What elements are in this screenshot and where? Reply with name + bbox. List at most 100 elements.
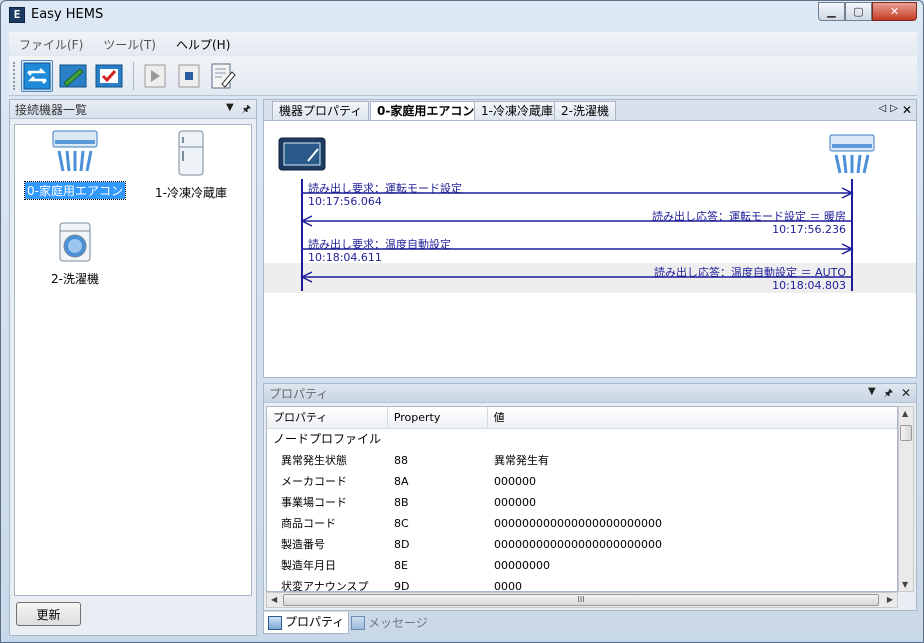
menu-file[interactable]: ファイル(F) xyxy=(19,36,83,53)
tab-device-properties[interactable]: 機器プロパティ xyxy=(272,101,370,121)
tab-refrigerator[interactable]: 1-冷凍冷蔵庫 xyxy=(474,101,560,121)
cell-property: 商品コード xyxy=(281,517,336,530)
menu-tools[interactable]: ツール(T) xyxy=(103,36,156,53)
tab-scroll-right-icon[interactable]: ▷ xyxy=(890,103,898,117)
messages-icon xyxy=(351,616,365,630)
pin-icon[interactable]: 🖈 xyxy=(242,102,251,119)
connect-button[interactable] xyxy=(21,60,53,92)
tab-label: メッセージ xyxy=(368,615,428,630)
play-button[interactable] xyxy=(139,60,171,92)
tab-properties[interactable]: プロパティ xyxy=(263,612,350,634)
table-row[interactable]: 異常発生状態 88 異常発生有 xyxy=(267,450,897,471)
tab-scroll-left-icon[interactable]: ◁ xyxy=(879,103,887,117)
dropdown-icon[interactable]: ▼ xyxy=(226,102,234,119)
cell-property: メーカコード xyxy=(281,475,347,488)
toolbar-grip[interactable] xyxy=(13,62,16,90)
menu-help[interactable]: ヘルプ(H) xyxy=(176,36,230,53)
check-button[interactable] xyxy=(93,60,125,92)
dropdown-icon[interactable]: ▼ xyxy=(868,386,876,403)
edit-icon xyxy=(59,64,87,88)
window-title: Easy HEMS xyxy=(31,7,104,22)
column-header[interactable]: 値 xyxy=(488,407,897,428)
minimize-button[interactable]: ▁ xyxy=(818,2,845,21)
device-label: 1-冷凍冷蔵庫 xyxy=(155,186,227,200)
property-panel-title: プロパティ xyxy=(269,386,329,401)
vertical-scrollbar[interactable]: ▲ ▼ xyxy=(898,406,914,592)
grid-header: プロパティ Property 値 xyxy=(267,407,897,429)
cell-property: 異常発生状態 xyxy=(281,454,347,467)
tab-air-conditioner[interactable]: 0-家庭用エアコン xyxy=(370,101,482,122)
cell-code: 8C xyxy=(394,517,409,530)
cell-value: 000000000000000000000000 xyxy=(494,517,662,530)
table-row[interactable]: 製造年月日 8E 00000000 xyxy=(267,555,897,576)
device-list[interactable]: 0-家庭用エアコン 1-冷凍冷蔵庫 2-洗濯機 xyxy=(14,124,252,596)
connect-icon xyxy=(23,62,51,90)
message-time: 10:17:56.236 xyxy=(772,223,846,236)
table-row[interactable]: 商品コード 8C 000000000000000000000000 xyxy=(267,513,897,534)
message-label: 読み出し応答：運転モード設定 ＝ 暖房 xyxy=(652,210,846,223)
toolbar xyxy=(9,56,917,96)
cell-value: 異常発生有 xyxy=(494,454,549,467)
device-item-refrigerator[interactable]: 1-冷凍冷蔵庫 xyxy=(141,129,241,201)
device-label: 2-洗濯機 xyxy=(51,272,99,286)
cell-value: 0000 xyxy=(494,580,522,592)
vertical-scroll-thumb[interactable] xyxy=(900,425,912,441)
tab-washing-machine[interactable]: 2-洗濯機 xyxy=(554,101,616,121)
cell-value: 000000 xyxy=(494,475,536,488)
close-icon[interactable]: ✕ xyxy=(901,386,911,403)
cell-value: 000000 xyxy=(494,496,536,509)
table-row[interactable]: 状変アナウンスプ 9D 0000 xyxy=(267,576,897,592)
pin-icon[interactable]: 🖈 xyxy=(884,386,893,403)
cell-value: 000000000000000000000000 xyxy=(494,538,662,551)
device-list-header: 接続機器一覧 ▼ 🖈 xyxy=(10,100,256,119)
scroll-right-icon[interactable]: ▶ xyxy=(887,595,893,604)
message-time: 10:18:04.611 xyxy=(308,251,382,264)
maximize-icon: ▢ xyxy=(853,5,864,18)
device-list-panel: 接続機器一覧 ▼ 🖈 0-家庭用エアコン 1-冷凍冷蔵庫 2-洗濯機 更新 xyxy=(9,99,257,636)
table-row[interactable]: 製造番号 8D 000000000000000000000000 xyxy=(267,534,897,555)
title-bar[interactable]: E Easy HEMS ▁ ▢ ✕ xyxy=(1,1,923,31)
table-row[interactable]: 事業場コード 8B 000000 xyxy=(267,492,897,513)
horizontal-scrollbar[interactable]: ◀ III ▶ xyxy=(266,592,898,608)
column-header[interactable]: プロパティ xyxy=(267,407,388,428)
cell-property: 製造年月日 xyxy=(281,559,336,572)
message-time: 10:18:04.803 xyxy=(772,279,846,292)
refresh-button[interactable]: 更新 xyxy=(16,602,81,626)
scroll-left-icon[interactable]: ◀ xyxy=(271,595,277,604)
group-row[interactable]: ノードプロファイル xyxy=(267,429,897,450)
clear-button[interactable] xyxy=(207,60,239,92)
device-item-washing-machine[interactable]: 2-洗濯機 xyxy=(25,221,125,287)
message-time: 10:17:56.064 xyxy=(308,195,382,208)
cell-property: 状変アナウンスプ xyxy=(281,580,369,592)
air-conditioner-icon xyxy=(52,130,98,172)
cell-property: 製造番号 xyxy=(281,538,325,551)
device-item-air-conditioner[interactable]: 0-家庭用エアコン xyxy=(24,129,126,200)
tab-messages[interactable]: メッセージ xyxy=(347,612,432,634)
property-panel: プロパティ ▼ 🖈 ✕ プロパティ Property 値 ノードプロファイル 異… xyxy=(263,383,917,611)
bottom-panel-tabs: プロパティ メッセージ xyxy=(263,612,917,634)
property-grid: プロパティ Property 値 ノードプロファイル 異常発生状態 88 異常発… xyxy=(266,406,898,592)
tab-close-icon[interactable]: ✕ xyxy=(902,103,912,117)
scroll-up-icon[interactable]: ▲ xyxy=(902,409,908,418)
app-icon: E xyxy=(9,7,25,23)
check-icon xyxy=(95,64,123,88)
stop-button[interactable] xyxy=(173,60,205,92)
cell-code: 88 xyxy=(394,454,408,467)
close-button[interactable]: ✕ xyxy=(872,2,917,21)
tab-label: プロパティ xyxy=(285,615,345,629)
message-label: 読み出し要求：運転モード設定 xyxy=(308,182,462,195)
horizontal-scroll-thumb[interactable]: III xyxy=(283,594,879,606)
cell-value: 00000000 xyxy=(494,559,550,572)
stop-icon xyxy=(178,64,200,88)
washing-machine-icon xyxy=(59,222,91,262)
column-header[interactable]: Property xyxy=(388,407,488,428)
toolbar-separator xyxy=(133,62,134,90)
maximize-button[interactable]: ▢ xyxy=(845,2,872,21)
scroll-down-icon[interactable]: ▼ xyxy=(902,580,908,589)
close-icon: ✕ xyxy=(889,5,900,18)
edit-button[interactable] xyxy=(57,60,89,92)
table-row[interactable]: メーカコード 8A 000000 xyxy=(267,471,897,492)
app-window: E Easy HEMS ▁ ▢ ✕ ファイル(F) ツール(T) ヘルプ(H) xyxy=(0,0,924,643)
document-tabs: 機器プロパティ 0-家庭用エアコン 1-冷凍冷蔵庫 2-洗濯機 ◁ ▷ ✕ xyxy=(263,99,917,122)
cell-code: 8A xyxy=(394,475,409,488)
